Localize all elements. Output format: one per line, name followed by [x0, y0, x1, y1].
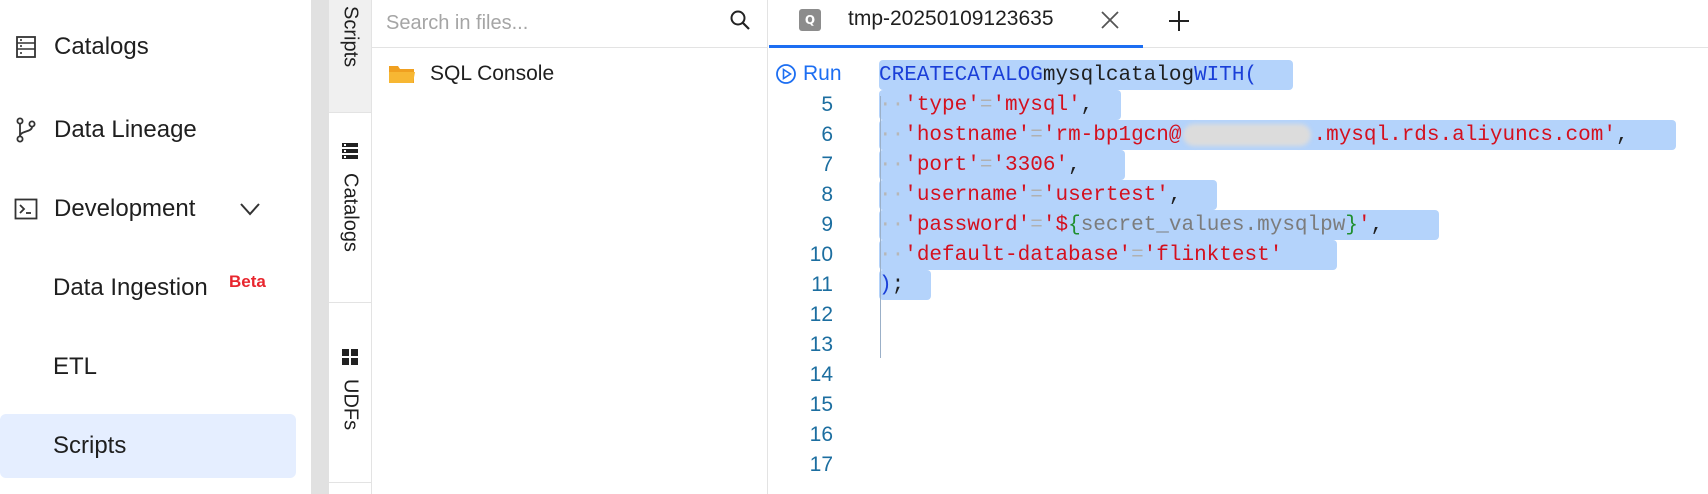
code-line-8: ··'username' = 'usertest',: [879, 183, 1182, 207]
run-button[interactable]: Run: [775, 61, 842, 87]
code-line-11: );: [879, 273, 905, 297]
beta-badge: Beta: [229, 272, 266, 291]
code-line-10: ··'default-database' = 'flinktest': [879, 243, 1283, 267]
code-area[interactable]: Run 5 6 7 8 9 10 11 12 13 14 15 16 17 CR…: [769, 48, 1708, 494]
nav-label-scripts: Scripts: [53, 432, 127, 459]
nav-item-data-ingestion[interactable]: Data Ingestion Beta: [0, 256, 296, 320]
line-number: 13: [809, 333, 833, 356]
run-label: Run: [803, 62, 842, 85]
tab-catalogs-label: Catalogs: [339, 173, 362, 252]
code-line-6: ··'hostname' = 'rm-bp1gcn@ .mysql.rds.ali…: [879, 123, 1629, 147]
folder-icon: [388, 63, 416, 85]
tab-udfs[interactable]: UDFs: [329, 303, 371, 483]
code-line-9: ··'password' = '${secret_values.mysqlpw}…: [879, 213, 1384, 237]
nav-item-etl[interactable]: ETL: [0, 335, 296, 399]
code-line-4: CREATE CATALOG mysqlcatalog WITH(: [879, 63, 1258, 87]
search-input[interactable]: [386, 6, 716, 40]
nav-label-data-lineage: Data Lineage: [54, 116, 197, 143]
line-number: 6: [821, 123, 833, 146]
editor-tab-label: tmp-20250109123635: [848, 7, 1054, 30]
search-bar: [372, 0, 767, 48]
line-number: 16: [809, 423, 833, 446]
terminal-icon: [14, 197, 38, 221]
line-number: 5: [821, 93, 833, 116]
nav-item-catalogs[interactable]: Catalogs: [0, 15, 296, 79]
database-icon: [340, 141, 360, 161]
line-number: 17: [809, 453, 833, 476]
nav-label-development: Development: [54, 195, 196, 222]
query-file-icon: Q: [799, 9, 821, 31]
sql-editor: Q tmp-20250109123635 Run 5 6 7 8 9 10 11…: [769, 0, 1708, 494]
nav-item-data-lineage[interactable]: Data Lineage: [0, 98, 296, 162]
left-navigation: Catalogs Data Lineage Development Data I…: [0, 0, 311, 494]
nav-label-catalogs: Catalogs: [54, 33, 149, 60]
file-item-sql-console[interactable]: SQL Console: [372, 56, 767, 92]
tab-scripts-label: Scripts: [339, 6, 362, 68]
line-number: 8: [821, 183, 833, 206]
tab-scripts[interactable]: Scripts: [329, 0, 371, 113]
nav-label-etl: ETL: [53, 353, 98, 380]
line-number: 7: [821, 153, 833, 176]
redacted-region: [1183, 124, 1312, 146]
line-number: 12: [809, 303, 833, 326]
chevron-down-icon[interactable]: [238, 197, 262, 221]
tab-udfs-label: UDFs: [339, 379, 362, 431]
branch-icon: [14, 117, 38, 143]
editor-tab-bar: Q tmp-20250109123635: [769, 0, 1708, 48]
code-line-7: ··'port' = '3306',: [879, 153, 1081, 177]
file-label: SQL Console: [430, 62, 555, 85]
nav-scrollbar[interactable]: [311, 0, 329, 494]
code-line-5: ··'type' = 'mysql',: [879, 93, 1094, 117]
catalog-list-icon: [14, 35, 38, 59]
line-number: 15: [809, 393, 833, 416]
line-number: 14: [809, 363, 833, 386]
nav-item-scripts[interactable]: Scripts: [0, 414, 296, 478]
nav-item-development[interactable]: Development: [0, 177, 296, 241]
file-panel: SQL Console: [372, 0, 768, 494]
grid-icon: [340, 347, 360, 367]
tab-catalogs[interactable]: Catalogs: [329, 113, 371, 303]
add-tab-icon[interactable]: [1166, 8, 1192, 34]
line-number: 10: [809, 243, 833, 266]
close-icon[interactable]: [1099, 9, 1121, 31]
play-circle-icon: [776, 64, 796, 84]
vertical-tab-strip: Scripts Catalogs UDFs: [329, 0, 372, 494]
editor-tab-active[interactable]: Q tmp-20250109123635: [769, 0, 1143, 48]
nav-label-data-ingestion: Data Ingestion: [53, 274, 208, 301]
search-icon[interactable]: [729, 9, 751, 31]
line-number: 11: [811, 273, 833, 296]
line-number: 9: [821, 213, 833, 236]
